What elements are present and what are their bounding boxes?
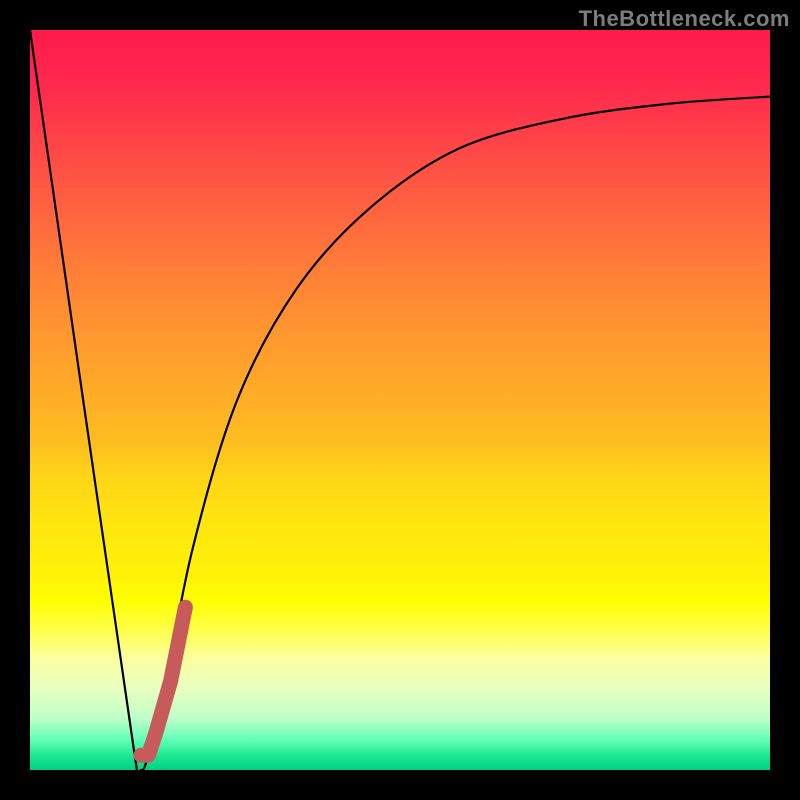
plot-area: [30, 30, 770, 770]
attribution-text: TheBottleneck.com: [579, 6, 790, 32]
chart-container: TheBottleneck.com: [0, 0, 800, 800]
curves-layer: [30, 30, 770, 770]
bottleneck-curve-path: [30, 30, 770, 770]
highlight-segment-path: [141, 607, 185, 755]
